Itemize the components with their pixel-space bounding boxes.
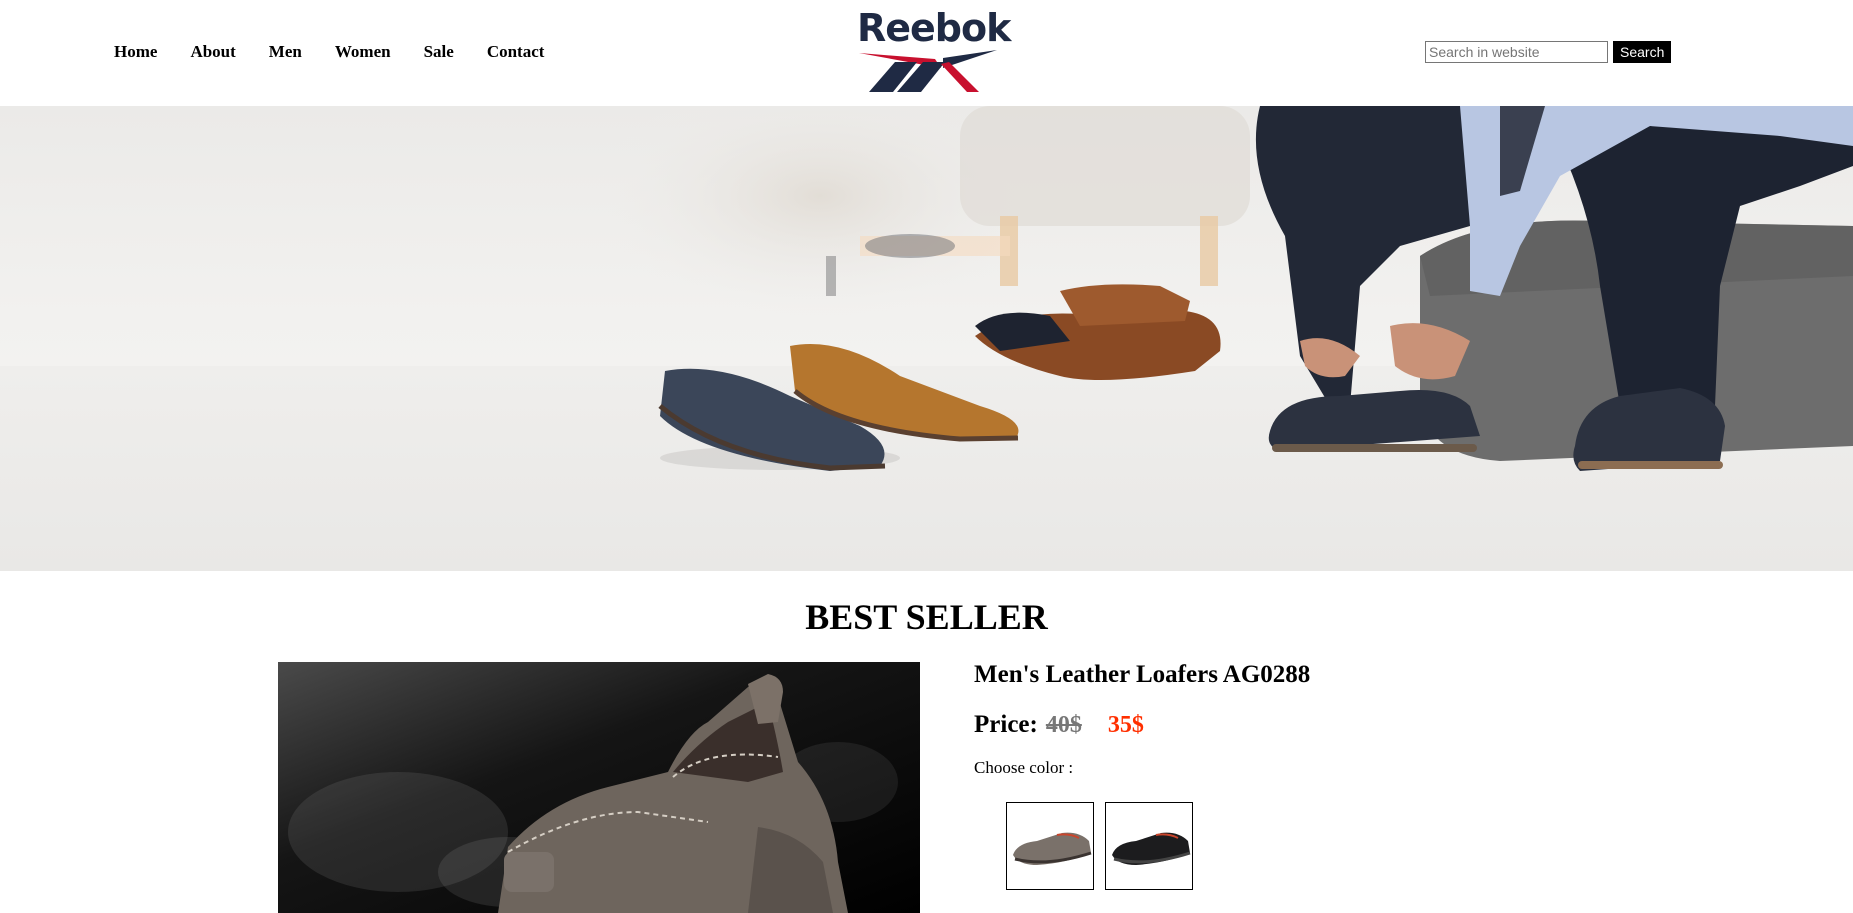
color-swatch-black[interactable] [1105,802,1193,890]
color-swatch-grey[interactable] [1006,802,1094,890]
black-loafer-icon [1112,832,1191,865]
price-label: Price: [974,711,1038,738]
logo-wordmark: Reebok [857,6,1011,50]
site-header: Home About Men Women Sale Contact Reebok… [0,0,1853,106]
loafer-photo-icon [278,662,920,913]
nav-sale-link[interactable]: Sale [424,42,454,62]
product-info: Men's Leather Loafers AG0288 Price: 40$ … [974,660,1311,890]
nav-women-link[interactable]: Women [335,42,391,62]
product-main-image[interactable] [278,662,920,913]
grey-loafer-icon [1013,832,1092,865]
choose-color-label: Choose color : [974,758,1074,777]
old-price: 40$ [1045,712,1082,738]
search-form: Search [1425,41,1672,63]
search-input[interactable] [1425,41,1608,63]
nav-contact-link[interactable]: Contact [487,42,545,62]
nav-about-link[interactable]: About [190,42,235,62]
nav-home-link[interactable]: Home [114,42,157,62]
hero-banner-image [0,106,1853,571]
search-button[interactable]: Search [1613,41,1672,63]
price-row: Price: 40$ 35$ [974,710,1310,740]
color-swatches [1006,802,1193,890]
best-seller-title: BEST SELLER [805,597,1048,637]
hero-banner [0,106,1853,571]
product-name: Men's Leather Loafers AG0288 [974,661,1311,688]
reebok-logo[interactable]: Reebok [857,6,1011,96]
nav-men-link[interactable]: Men [269,42,302,62]
main-nav: Home About Men Women Sale Contact [114,42,577,62]
reebok-vector-icon [859,50,997,92]
new-price: 35$ [1107,712,1144,738]
